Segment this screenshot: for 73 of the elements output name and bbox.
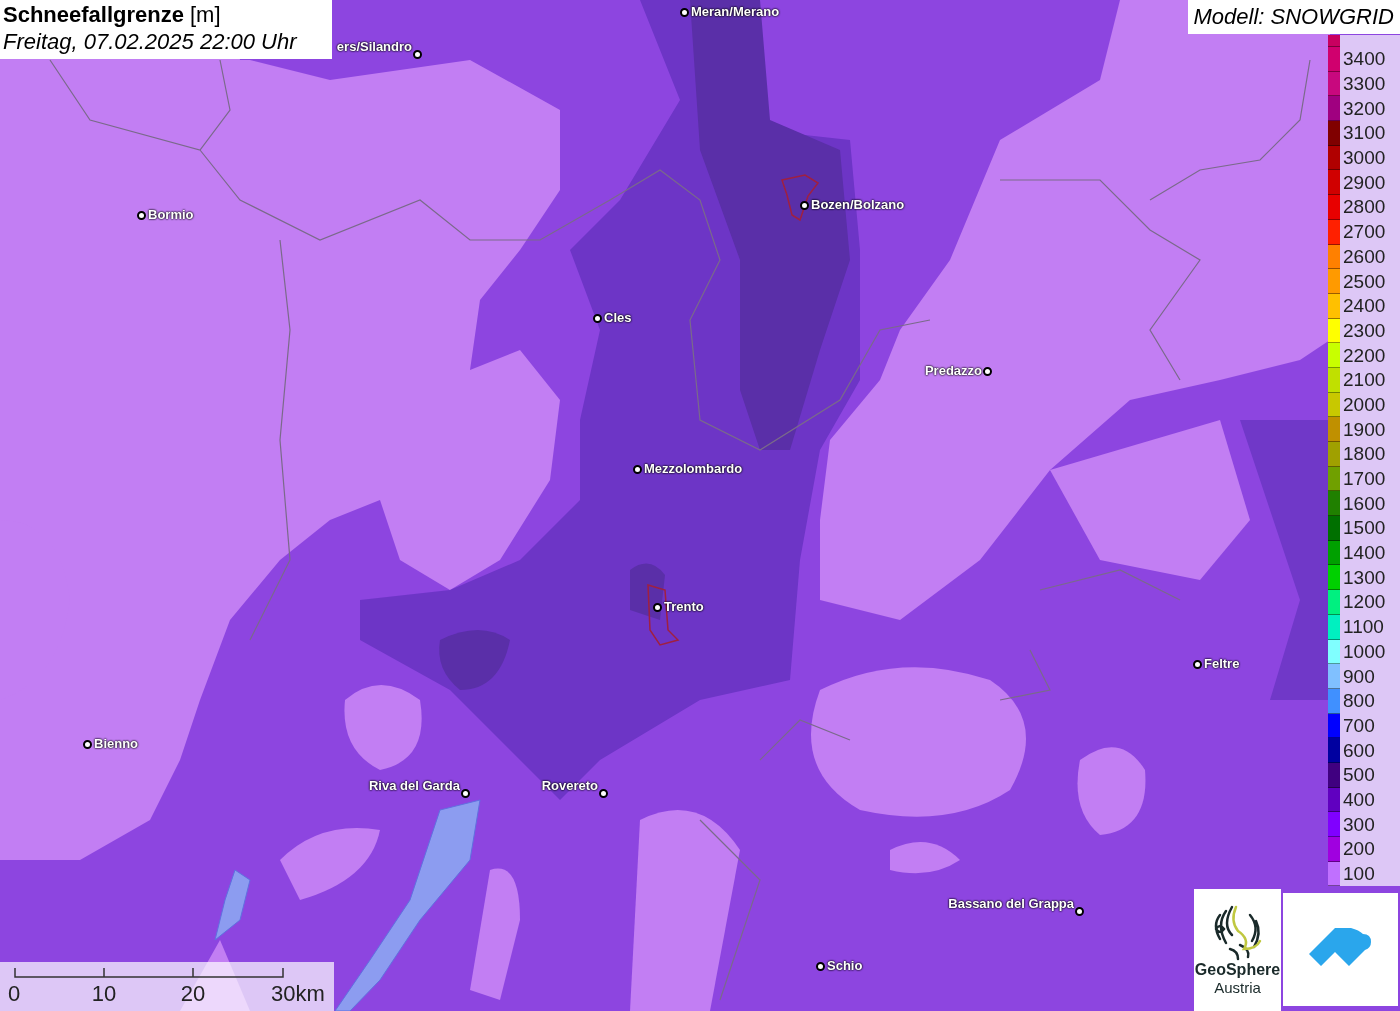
city-marker-icon <box>653 603 662 612</box>
legend-label: 1000 <box>1343 640 1386 663</box>
legend-label: 1200 <box>1343 591 1386 614</box>
logo-name: GeoSphere <box>1194 961 1281 979</box>
legend-label: 100 <box>1343 863 1375 886</box>
city-label: Riva del Garda <box>368 778 460 793</box>
model-label: Modell: SNOWGRID <box>1187 0 1400 34</box>
forecast-time: Freitag, 07.02.2025 22:00 Uhr <box>3 28 299 56</box>
city-label: Bozen/Bolzano <box>811 197 905 212</box>
legend-label: 2000 <box>1343 393 1386 416</box>
legend-label: 2700 <box>1343 221 1386 244</box>
city-marker-icon <box>1075 907 1084 916</box>
city-marker-icon <box>599 789 608 798</box>
city-marker-icon <box>680 8 689 17</box>
legend-label: 400 <box>1343 788 1375 811</box>
legend-label: 300 <box>1343 813 1375 836</box>
legend-label: 1300 <box>1343 566 1386 589</box>
city-marker-icon <box>83 740 92 749</box>
legend-label: 800 <box>1343 690 1375 713</box>
legend-label: 3000 <box>1343 147 1386 170</box>
city-label: Meran/Merano <box>691 4 780 19</box>
city-marker-icon <box>1193 660 1202 669</box>
legend-label: 2100 <box>1343 369 1386 392</box>
legend-label: 500 <box>1343 764 1375 787</box>
legend-label: 2300 <box>1343 319 1386 342</box>
legend-label: 3100 <box>1343 122 1386 145</box>
city-marker-icon <box>413 50 422 59</box>
city-label: Bienno <box>94 736 139 751</box>
map-title: Schneefallgrenze <box>3 2 184 28</box>
city-marker-icon <box>633 465 642 474</box>
city-marker-icon <box>800 201 809 210</box>
city-label: Rovereto <box>541 778 598 793</box>
city-marker-icon <box>816 962 825 971</box>
legend-label: 700 <box>1343 714 1375 737</box>
city-marker-icon <box>461 789 470 798</box>
legend-label: 2800 <box>1343 196 1386 219</box>
legend-label: 3300 <box>1343 73 1386 96</box>
city-label: ers/Silandro <box>336 39 412 54</box>
legend-label: 3400 <box>1343 48 1386 71</box>
city-label: Schio <box>827 958 863 973</box>
legend-label: 1600 <box>1343 492 1386 515</box>
legend-label: 2500 <box>1343 270 1386 293</box>
legend-label: 1500 <box>1343 517 1386 540</box>
legend-label: 600 <box>1343 739 1375 762</box>
legend-label: 2600 <box>1343 245 1386 268</box>
legend-label: 1100 <box>1343 616 1384 639</box>
city-marker-icon <box>983 367 992 376</box>
city-label: Bassano del Grappa <box>948 896 1074 911</box>
city-label: Feltre <box>1204 656 1240 671</box>
scale-label: 30km <box>271 982 325 1006</box>
legend-label: 900 <box>1343 665 1375 688</box>
legend-label: 2200 <box>1343 344 1386 367</box>
city-label: Bormio <box>148 207 194 222</box>
city-marker-icon <box>593 314 602 323</box>
city-label: Cles <box>604 310 632 325</box>
city-marker-icon <box>137 211 146 220</box>
scale-label: 0 <box>7 982 21 1006</box>
scale-label: 20 <box>180 982 206 1006</box>
legend-label: 2900 <box>1343 171 1386 194</box>
city-label: Trento <box>664 599 704 614</box>
scale-bar-icon <box>14 968 284 978</box>
legend-label: 3200 <box>1343 97 1386 120</box>
city-label: Predazzo <box>924 363 982 378</box>
legend-label: 2400 <box>1343 295 1386 318</box>
legend-label: 1900 <box>1343 418 1386 441</box>
legend-label: 200 <box>1343 838 1375 861</box>
legend-label: 1400 <box>1343 542 1386 565</box>
legend-label: 1800 <box>1343 443 1386 466</box>
unit-label: [m] <box>189 2 221 28</box>
logo-subtitle: Austria <box>1214 979 1261 997</box>
city-label: Mezzolombardo <box>644 461 743 476</box>
legend-label: 1700 <box>1343 468 1386 491</box>
scale-label: 10 <box>91 982 117 1006</box>
